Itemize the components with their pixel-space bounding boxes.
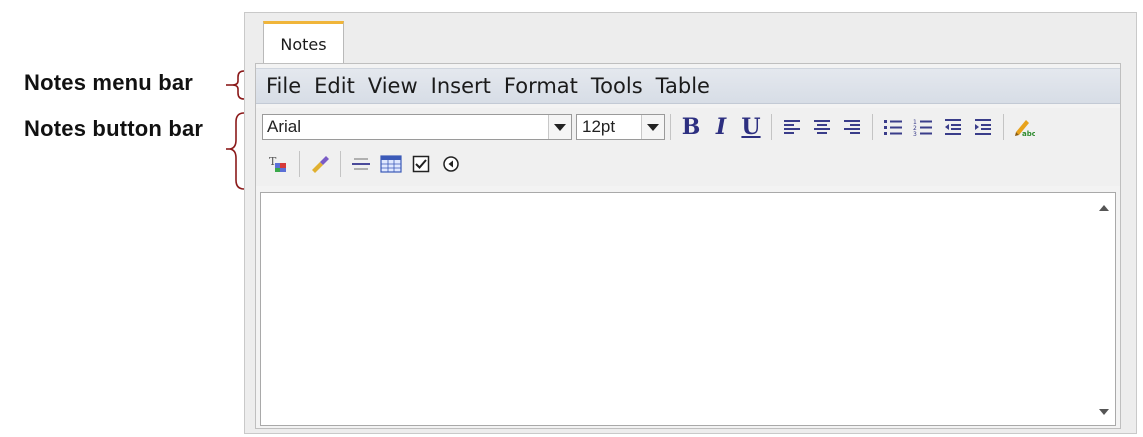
numbered-list-icon: 123 xyxy=(913,119,932,136)
notes-panel: File Edit View Insert Format Tools Table… xyxy=(255,63,1121,429)
toolbar-separator xyxy=(872,114,873,140)
bold-button[interactable]: B xyxy=(676,113,706,141)
menu-tools[interactable]: Tools xyxy=(591,74,643,98)
align-right-icon xyxy=(844,120,860,134)
format-painter-button[interactable] xyxy=(305,150,335,178)
chevron-down-icon xyxy=(554,123,566,131)
chevron-down-icon xyxy=(647,123,659,131)
align-center-icon xyxy=(814,120,830,134)
italic-button[interactable]: I xyxy=(706,113,736,141)
align-center-button[interactable] xyxy=(807,113,837,141)
outdent-icon xyxy=(945,119,961,135)
insert-table-icon xyxy=(380,155,402,173)
menu-format[interactable]: Format xyxy=(504,74,578,98)
notes-editor[interactable] xyxy=(260,192,1116,426)
horizontal-rule-button[interactable] xyxy=(346,150,376,178)
spell-check-button[interactable]: abc xyxy=(1009,113,1039,141)
size-dropdown-button[interactable] xyxy=(641,115,664,139)
menu-bar-callout: Notes menu bar xyxy=(24,70,194,95)
svg-text:abc: abc xyxy=(1022,130,1035,138)
toolbar-separator xyxy=(771,114,772,140)
font-family-value: Arial xyxy=(267,117,302,136)
menu-edit[interactable]: Edit xyxy=(314,74,355,98)
toolbar-separator xyxy=(1003,114,1004,140)
underline-button[interactable]: U xyxy=(736,113,766,141)
format-painter-icon xyxy=(312,156,329,173)
editor-scrollbar[interactable] xyxy=(1093,193,1115,425)
menu-table[interactable]: Table xyxy=(656,74,710,98)
menu-view[interactable]: View xyxy=(368,74,418,98)
insert-table-button[interactable] xyxy=(376,150,406,178)
clear-formatting-button[interactable]: T xyxy=(264,150,294,178)
checkbox-icon xyxy=(412,155,430,173)
align-right-button[interactable] xyxy=(837,113,867,141)
font-dropdown-button[interactable] xyxy=(548,115,571,139)
align-left-button[interactable] xyxy=(777,113,807,141)
indent-button[interactable] xyxy=(968,113,998,141)
outdent-button[interactable] xyxy=(938,113,968,141)
toolbar-separator xyxy=(299,151,300,177)
toolbar-separator xyxy=(340,151,341,177)
font-family-select[interactable]: Arial xyxy=(262,114,572,140)
scroll-down-icon[interactable] xyxy=(1099,409,1109,415)
radio-button-button[interactable] xyxy=(436,150,466,178)
bulleted-list-icon xyxy=(884,120,902,135)
notes-button-bar: Arial 12pt B I U 1 2 3 abc T xyxy=(256,108,1120,186)
tab-notes[interactable]: Notes xyxy=(263,21,344,63)
spell-check-icon: abc xyxy=(1015,120,1035,138)
toolbar-separator xyxy=(670,114,671,140)
bulleted-list-button[interactable] xyxy=(878,113,908,141)
horizontal-rule-icon xyxy=(352,158,370,170)
menu-insert[interactable]: Insert xyxy=(431,74,491,98)
button-bar-callout: Notes button bar xyxy=(24,116,204,141)
indent-icon xyxy=(975,119,991,135)
scroll-up-icon[interactable] xyxy=(1099,205,1109,211)
font-size-value: 12pt xyxy=(582,117,616,136)
clear-formatting-icon: T xyxy=(269,155,286,172)
align-left-icon xyxy=(784,120,800,134)
notes-window: Notes File Edit View Insert Format Tools… xyxy=(244,12,1137,434)
radio-button-icon xyxy=(443,156,459,172)
checkbox-button[interactable] xyxy=(406,150,436,178)
menu-file[interactable]: File xyxy=(266,74,301,98)
font-size-select[interactable]: 12pt xyxy=(576,114,665,140)
svg-text:3: 3 xyxy=(913,131,917,136)
numbered-list-button[interactable]: 123 xyxy=(908,113,938,141)
notes-menu-bar: File Edit View Insert Format Tools Table xyxy=(256,68,1120,104)
